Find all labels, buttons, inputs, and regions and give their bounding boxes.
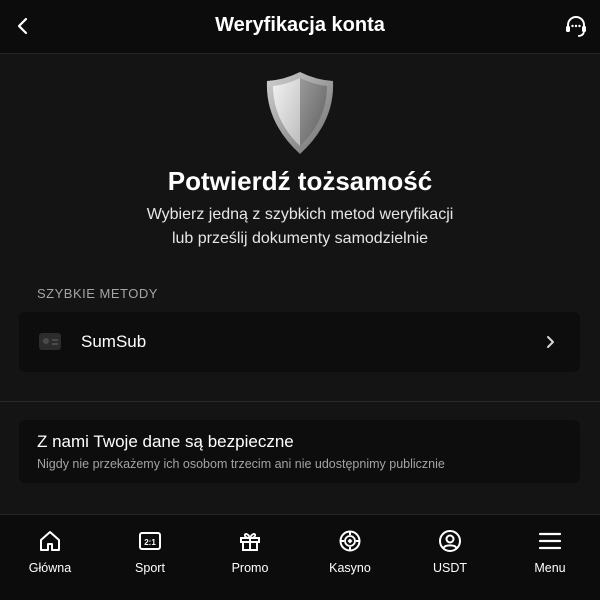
- security-notice: Z nami Twoje dane są bezpieczne Nigdy ni…: [19, 420, 580, 483]
- page-title: Weryfikacja konta: [215, 14, 385, 36]
- verification-screen: Weryfikacja konta Potwierdź tożsamość Wy…: [0, 0, 600, 600]
- nav-item-home[interactable]: Główna: [0, 515, 100, 600]
- scoreboard-text: 2:1: [144, 538, 156, 547]
- nav-label: Kasyno: [329, 561, 371, 575]
- nav-item-casino[interactable]: Kasyno: [300, 515, 400, 600]
- hero-subtitle-line-2: lub prześlij dokumenty samodzielnie: [171, 230, 429, 247]
- home-icon: [38, 529, 62, 553]
- nav-item-usdt[interactable]: USDT: [400, 515, 500, 600]
- nav-label: USDT: [432, 561, 468, 575]
- method-label: SumSub: [81, 332, 147, 351]
- hero-subtitle-line-1: Wybierz jedną z szybkich metod weryfikac…: [146, 206, 454, 223]
- nav-label: Promo: [231, 561, 269, 575]
- nav-label: Główna: [28, 561, 72, 575]
- hero-title: Potwierdź tożsamość: [167, 166, 433, 196]
- chevron-right-icon: [540, 332, 560, 352]
- hamburger-menu-icon: [538, 529, 562, 553]
- method-sumsub[interactable]: SumSub: [19, 312, 580, 372]
- security-notice-text: Nigdy nie przekażemy ich osobom trzecim …: [37, 457, 445, 471]
- nav-label: Sport: [135, 561, 165, 575]
- headset-icon: [566, 16, 586, 37]
- top-bar: Weryfikacja konta: [0, 0, 600, 54]
- nav-label: Menu: [534, 561, 566, 575]
- gift-icon: [238, 529, 262, 553]
- user-circle-icon: [438, 529, 462, 553]
- nav-item-promo[interactable]: Promo: [200, 515, 300, 600]
- shield-icon: [266, 72, 334, 154]
- id-card-icon: [39, 333, 61, 350]
- nav-item-menu[interactable]: Menu: [500, 515, 600, 600]
- quick-methods-label: SZYBKIE METODY: [37, 286, 158, 301]
- hero-subtitle: Wybierz jedną z szybkich metod weryfikac…: [100, 203, 500, 251]
- security-notice-title: Z nami Twoje dane są bezpieczne: [37, 432, 294, 451]
- section-divider: [0, 401, 600, 402]
- nav-item-sport[interactable]: 2:1 Sport: [100, 515, 200, 600]
- support-button[interactable]: [560, 10, 592, 42]
- bottom-nav: Główna 2:1 Sport Promo Kasyno USDT Menu: [0, 514, 600, 600]
- scoreboard-icon: 2:1: [138, 529, 162, 553]
- casino-chip-icon: [338, 529, 362, 553]
